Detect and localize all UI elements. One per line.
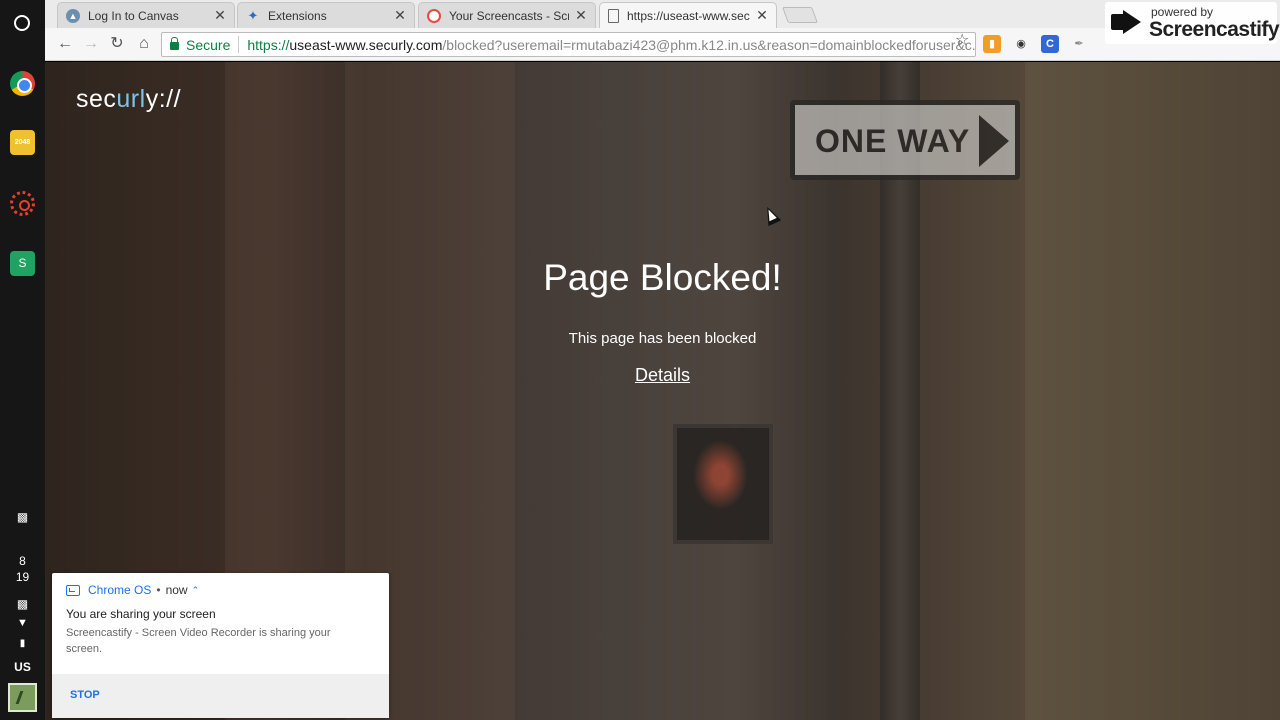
close-icon[interactable]: ✕	[214, 7, 226, 24]
tab-title: Log In to Canvas	[88, 8, 179, 23]
close-icon[interactable]: ✕	[756, 7, 768, 24]
tab-extensions[interactable]: ✦ Extensions ✕	[237, 2, 415, 28]
notification-actions: STOP	[52, 674, 389, 718]
chromeos-shelf: 2048 S ▩ 8 19 ▩ ▼ ▮ US	[0, 0, 45, 720]
url-path: /blocked?useremail=rmutabazi423@phm.k12.…	[442, 36, 975, 53]
bookmark-star-icon[interactable]: ☆	[955, 28, 969, 53]
new-tab-button[interactable]	[782, 7, 818, 23]
reload-icon[interactable]: ↻	[106, 33, 128, 55]
screen-share-notification[interactable]: Chrome OS • now ⌃ You are sharing your s…	[52, 573, 389, 718]
screen-share-icon	[66, 584, 80, 596]
extension-icon-4[interactable]: ✒	[1070, 35, 1088, 53]
logo-highlight: url	[116, 85, 146, 113]
watermark-powered-by: powered by	[1151, 5, 1214, 19]
details-link[interactable]: Details	[45, 365, 1280, 386]
extension-icon-1[interactable]: ▮	[983, 35, 1001, 53]
notification-separator: •	[156, 583, 161, 597]
canvas-favicon-icon: ▲	[66, 8, 80, 23]
2048-icon[interactable]: 2048	[10, 130, 35, 155]
home-icon[interactable]: ⌂	[133, 33, 155, 55]
puzzle-favicon-icon: ✦	[247, 7, 259, 23]
notification-header: Chrome OS • now ⌃	[66, 583, 199, 597]
browser-toolbar: ← → ↻ ⌂ Secure https:// useast-www.secur…	[45, 28, 1280, 61]
page-title: Page Blocked!	[543, 257, 782, 298]
chrome-icon[interactable]	[10, 71, 35, 96]
cast-icon[interactable]: ▩	[0, 510, 45, 524]
wifi-icon[interactable]: ▼	[0, 617, 45, 629]
tab-strip: ▲ Log In to Canvas ✕ ✦ Extensions ✕ Your…	[45, 0, 1280, 28]
tab-title: https://useast-www.securly.com/blocked	[627, 8, 750, 23]
omnibox-divider	[238, 36, 240, 53]
page-subtitle: This page has been blocked	[568, 330, 757, 347]
clock-minute: 19	[15, 570, 30, 584]
notification-source: Chrome OS	[88, 583, 152, 597]
extension-icon-2[interactable]: ◉	[1012, 35, 1030, 53]
extension-icons: ▮ ◉ C ✒	[983, 35, 1088, 55]
close-icon[interactable]: ✕	[575, 7, 587, 24]
forward-icon[interactable]: →	[80, 33, 102, 55]
extension-icon-3[interactable]: C	[1041, 35, 1059, 53]
stop-button[interactable]: STOP	[70, 689, 100, 701]
status-clock[interactable]: 8 19	[0, 553, 45, 585]
screen-share-icon[interactable]: ▩	[0, 597, 45, 611]
notification-body: Screencastify - Screen Video Recorder is…	[66, 627, 331, 655]
sheets-icon[interactable]: S	[10, 251, 35, 276]
notification-title: You are sharing your screen	[66, 607, 216, 621]
tab-canvas-login[interactable]: ▲ Log In to Canvas ✕	[57, 2, 235, 28]
notification-time: now	[165, 583, 188, 597]
watermark-brand: Screencastify	[1149, 18, 1280, 41]
battery-icon[interactable]: ▮	[0, 638, 45, 649]
url-scheme: https://	[247, 36, 290, 53]
address-bar[interactable]: Secure https:// useast-www.securly.com /…	[161, 32, 976, 57]
secure-label[interactable]: Secure	[186, 37, 230, 53]
lock-icon[interactable]	[170, 37, 179, 50]
page-favicon-icon	[608, 8, 619, 23]
launcher-icon[interactable]	[14, 15, 30, 31]
tab-screencasts[interactable]: Your Screencasts - Screencastify ✕	[418, 2, 596, 28]
logo-prefix: sec	[76, 85, 117, 113]
avatar[interactable]	[8, 683, 37, 712]
clock-hour: 8	[19, 554, 26, 568]
screencastify-logo-icon	[1111, 8, 1145, 38]
back-icon[interactable]: ←	[54, 33, 76, 55]
tab-title: Your Screencasts - Screencastify	[449, 8, 569, 23]
close-icon[interactable]: ✕	[394, 7, 406, 24]
canvas-icon[interactable]	[10, 191, 35, 216]
language-indicator[interactable]: US	[0, 660, 45, 674]
screencastify-watermark: powered by Screencastify	[1105, 2, 1280, 44]
tab-title: Extensions	[268, 8, 327, 23]
tab-securly-blocked[interactable]: https://useast-www.securly.com/blocked ✕	[599, 2, 777, 28]
chevron-up-icon[interactable]: ⌃	[192, 585, 200, 596]
url-host: useast-www.securly.com	[289, 36, 443, 53]
logo-suffix: y://	[145, 85, 182, 113]
securly-logo: securly://	[76, 85, 181, 114]
screencastify-favicon-icon	[427, 8, 441, 23]
